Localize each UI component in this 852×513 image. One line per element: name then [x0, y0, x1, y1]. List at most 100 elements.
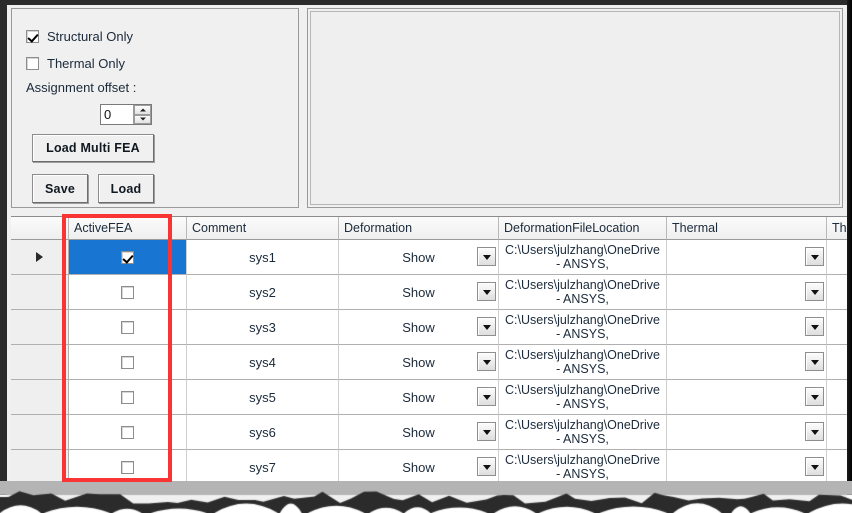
- cell-deformation[interactable]: Show: [339, 345, 499, 380]
- checkbox-unchecked-icon[interactable]: [121, 460, 134, 474]
- checkbox-unchecked-icon[interactable]: [26, 57, 39, 70]
- cell-comment[interactable]: sys4: [187, 345, 339, 380]
- cell-thermal-overflow[interactable]: [827, 415, 847, 450]
- cell-deformation[interactable]: Show: [339, 310, 499, 345]
- cell-active-fea[interactable]: [69, 380, 187, 415]
- cell-thermal[interactable]: [667, 450, 827, 485]
- cell-comment[interactable]: sys5: [187, 380, 339, 415]
- chevron-down-icon[interactable]: [805, 317, 824, 336]
- table-row[interactable]: sys6 Show C:\Users\julzhang\OneDrive - ANSY…: [11, 415, 847, 450]
- chevron-down-icon[interactable]: [805, 282, 824, 301]
- table-row[interactable]: sys4 Show C:\Users\julzhang\OneDrive - ANSY…: [11, 345, 847, 380]
- table-row[interactable]: sys7 Show C:\Users\julzhang\OneDrive - ANSY…: [11, 450, 847, 485]
- row-selector-cell[interactable]: [11, 415, 69, 450]
- row-selector-cell[interactable]: [11, 275, 69, 310]
- table-row[interactable]: sys5 Show C:\Users\julzhang\OneDrive - ANSY…: [11, 380, 847, 415]
- cell-deformation[interactable]: Show: [339, 240, 499, 275]
- cell-thermal[interactable]: [667, 310, 827, 345]
- save-button[interactable]: Save: [32, 174, 88, 203]
- cell-deformation[interactable]: Show: [339, 380, 499, 415]
- row-selector-cell[interactable]: [11, 310, 69, 345]
- cell-thermal-overflow[interactable]: [827, 275, 847, 310]
- preview-panel-inner: [310, 11, 840, 205]
- cell-deformation[interactable]: Show: [339, 450, 499, 485]
- checkbox-unchecked-icon[interactable]: [121, 285, 134, 299]
- grid-header-gutter[interactable]: [11, 217, 69, 240]
- cell-comment[interactable]: sys3: [187, 310, 339, 345]
- cell-deformation[interactable]: Show: [339, 275, 499, 310]
- grid-header-thermal2[interactable]: Them: [827, 217, 847, 240]
- cell-comment[interactable]: sys6: [187, 415, 339, 450]
- cell-deformation-file-location[interactable]: C:\Users\julzhang\OneDrive - ANSYS,: [499, 275, 667, 310]
- fea-data-grid[interactable]: ActiveFEA Comment Deformation DeformationFi…: [11, 216, 847, 494]
- assignment-offset-stepper[interactable]: 0: [100, 104, 152, 125]
- chevron-down-icon[interactable]: [477, 352, 496, 371]
- assignment-offset-value[interactable]: 0: [101, 105, 133, 124]
- load-multi-fea-button[interactable]: Load Multi FEA: [32, 134, 154, 162]
- chevron-down-icon[interactable]: [477, 422, 496, 441]
- cell-thermal[interactable]: [667, 275, 827, 310]
- thermal-only-row[interactable]: Thermal Only: [26, 56, 125, 71]
- cell-active-fea[interactable]: [69, 240, 187, 275]
- checkbox-checked-icon[interactable]: [26, 30, 39, 43]
- cell-thermal[interactable]: [667, 415, 827, 450]
- checkbox-unchecked-icon[interactable]: [121, 320, 134, 334]
- cell-comment[interactable]: sys7: [187, 450, 339, 485]
- cell-thermal-overflow[interactable]: [827, 310, 847, 345]
- path-line-1: C:\Users\julzhang\OneDrive: [505, 453, 660, 467]
- cell-active-fea[interactable]: [69, 345, 187, 380]
- cell-active-fea[interactable]: [69, 450, 187, 485]
- cell-thermal-overflow[interactable]: [827, 450, 847, 485]
- cell-thermal-overflow[interactable]: [827, 240, 847, 275]
- grid-body[interactable]: sys1 Show C:\Users\julzhang\OneDrive - ANSY…: [11, 240, 847, 485]
- cell-active-fea[interactable]: [69, 275, 187, 310]
- chevron-down-icon[interactable]: [805, 387, 824, 406]
- checkbox-checked-icon[interactable]: [121, 250, 134, 264]
- row-selector-cell[interactable]: [11, 450, 69, 485]
- grid-header-comment[interactable]: Comment: [187, 217, 339, 240]
- grid-header-deformation[interactable]: Deformation: [339, 217, 499, 240]
- cell-deformation-file-location[interactable]: C:\Users\julzhang\OneDrive - ANSYS,: [499, 345, 667, 380]
- row-selector-cell[interactable]: [11, 240, 69, 275]
- cell-active-fea[interactable]: [69, 310, 187, 345]
- chevron-down-icon[interactable]: [477, 282, 496, 301]
- cell-deformation-file-location[interactable]: C:\Users\julzhang\OneDrive - ANSYS,: [499, 415, 667, 450]
- checkbox-unchecked-icon[interactable]: [121, 390, 134, 404]
- cell-comment[interactable]: sys1: [187, 240, 339, 275]
- spinner-up-arrow-icon[interactable]: [134, 105, 151, 115]
- grid-header-active[interactable]: ActiveFEA: [69, 217, 187, 240]
- chevron-down-icon[interactable]: [805, 352, 824, 371]
- cell-thermal-overflow[interactable]: [827, 345, 847, 380]
- table-row[interactable]: sys1 Show C:\Users\julzhang\OneDrive - ANSY…: [11, 240, 847, 275]
- cell-deformation-file-location[interactable]: C:\Users\julzhang\OneDrive - ANSYS,: [499, 380, 667, 415]
- chevron-down-icon[interactable]: [805, 457, 824, 476]
- cell-thermal[interactable]: [667, 240, 827, 275]
- cell-deformation[interactable]: Show: [339, 415, 499, 450]
- chevron-down-icon[interactable]: [477, 387, 496, 406]
- chevron-down-icon[interactable]: [805, 422, 824, 441]
- chevron-down-icon[interactable]: [477, 247, 496, 266]
- grid-header-thermal[interactable]: Thermal: [667, 217, 827, 240]
- chevron-down-icon[interactable]: [805, 247, 824, 266]
- load-button[interactable]: Load: [98, 174, 154, 203]
- stepper-buttons[interactable]: [133, 105, 151, 124]
- cell-thermal[interactable]: [667, 380, 827, 415]
- chevron-down-icon[interactable]: [477, 457, 496, 476]
- cell-deformation-file-location[interactable]: C:\Users\julzhang\OneDrive - ANSYS,: [499, 450, 667, 485]
- cell-thermal-overflow[interactable]: [827, 380, 847, 415]
- cell-thermal[interactable]: [667, 345, 827, 380]
- structural-only-row[interactable]: Structural Only: [26, 29, 133, 44]
- table-row[interactable]: sys3 Show C:\Users\julzhang\OneDrive - ANSY…: [11, 310, 847, 345]
- row-selector-cell[interactable]: [11, 380, 69, 415]
- grid-header-defloc[interactable]: DeformationFileLocation: [499, 217, 667, 240]
- cell-deformation-file-location[interactable]: C:\Users\julzhang\OneDrive - ANSYS,: [499, 310, 667, 345]
- spinner-down-arrow-icon[interactable]: [134, 114, 151, 124]
- cell-deformation-file-location[interactable]: C:\Users\julzhang\OneDrive - ANSYS,: [499, 240, 667, 275]
- cell-active-fea[interactable]: [69, 415, 187, 450]
- cell-comment[interactable]: sys2: [187, 275, 339, 310]
- checkbox-unchecked-icon[interactable]: [121, 355, 134, 369]
- checkbox-unchecked-icon[interactable]: [121, 425, 134, 439]
- row-selector-cell[interactable]: [11, 345, 69, 380]
- chevron-down-icon[interactable]: [477, 317, 496, 336]
- table-row[interactable]: sys2 Show C:\Users\julzhang\OneDrive - ANSY…: [11, 275, 847, 310]
